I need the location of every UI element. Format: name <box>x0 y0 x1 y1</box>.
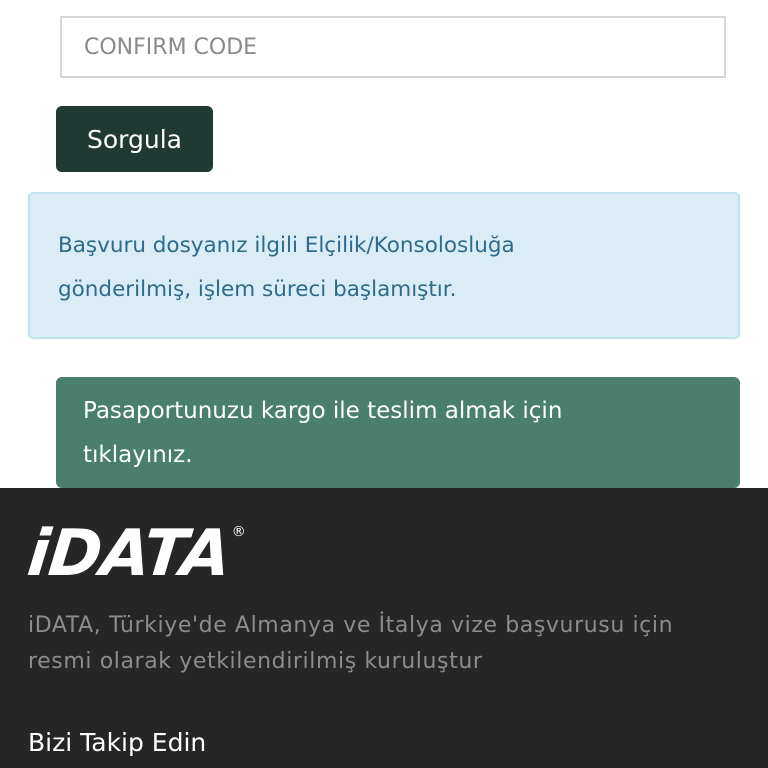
footer-description: iDATA, Türkiye'de Almanya ve İtalya vize… <box>28 608 748 680</box>
footer-description-line2: resmi olarak yetkilendirilmiş kuruluştur <box>28 649 483 674</box>
footer: iDATA ® iDATA, Türkiye'de Almanya ve İta… <box>0 488 768 768</box>
follow-us-heading: Bizi Takip Edin <box>28 728 207 757</box>
registered-mark: ® <box>231 524 246 540</box>
status-alert-line1: Başvuru dosyanız ilgili Elçilik/Konsolos… <box>58 233 515 258</box>
logo-text: iDATA <box>24 517 234 591</box>
page: Sorgula Başvuru dosyanız ilgili Elçilik/… <box>0 0 768 768</box>
sorgula-button[interactable]: Sorgula <box>56 106 213 172</box>
cargo-button-line1: Pasaportunuzu kargo ile teslim almak içi… <box>83 398 563 424</box>
cargo-delivery-button[interactable]: Pasaportunuzu kargo ile teslim almak içi… <box>56 377 740 488</box>
cargo-button-line2: tıklayınız. <box>83 442 193 468</box>
footer-description-line1: iDATA, Türkiye'de Almanya ve İtalya vize… <box>28 613 674 638</box>
status-alert-line2: gönderilmiş, işlem süreci başlamıştır. <box>58 277 457 302</box>
idata-logo: iDATA ® <box>24 517 246 592</box>
confirm-code-input[interactable] <box>60 16 726 78</box>
status-alert: Başvuru dosyanız ilgili Elçilik/Konsolos… <box>28 192 740 339</box>
